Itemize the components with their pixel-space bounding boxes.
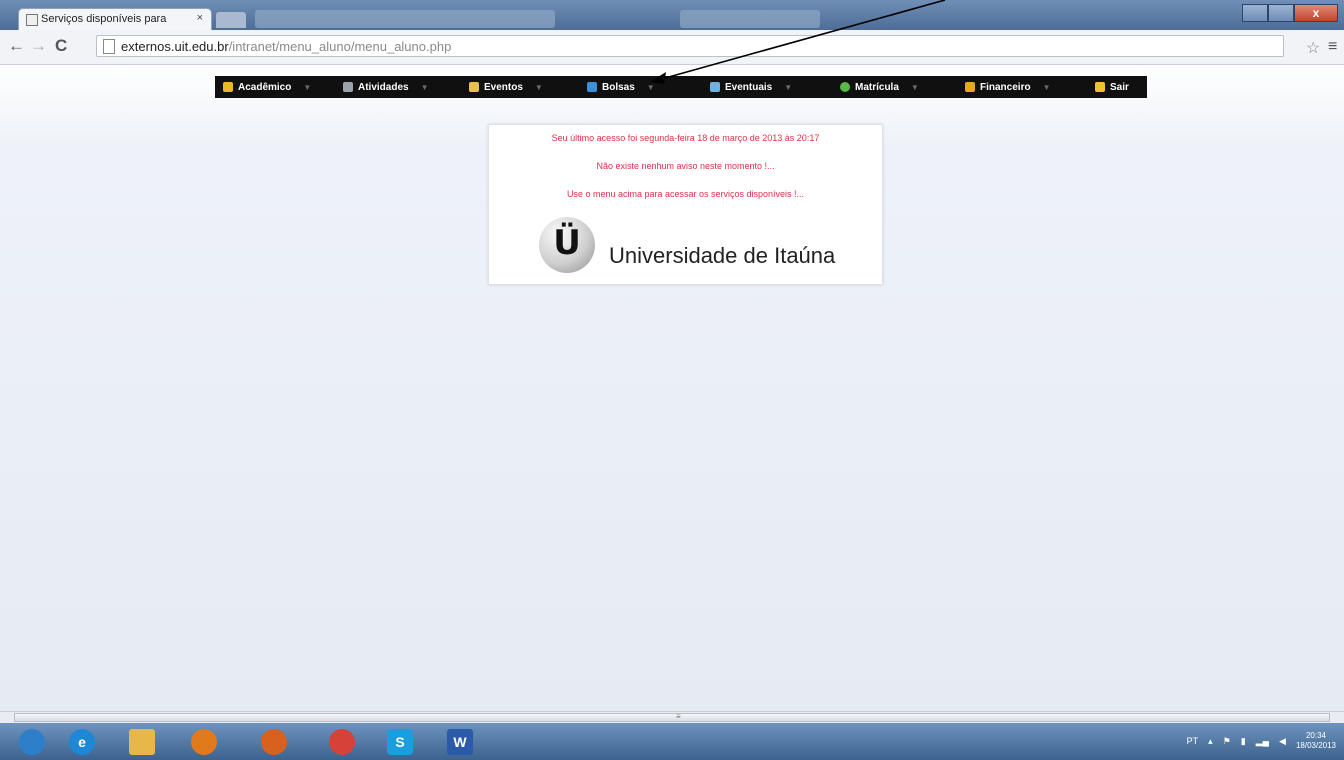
eventuais-icon: [710, 82, 720, 92]
favicon-icon: [26, 14, 38, 26]
menu-bolsas[interactable]: Bolsas ▼: [587, 76, 655, 98]
tab-close-icon[interactable]: ×: [197, 12, 203, 24]
last-access-text: Seu último acesso foi segunda-feira 18 d…: [551, 133, 820, 143]
menu-label: Sair: [1110, 81, 1129, 93]
menu-atividades[interactable]: Atividades ▼: [343, 76, 429, 98]
taskbar-ie[interactable]: e: [58, 726, 106, 758]
menu-label: Financeiro: [980, 81, 1031, 93]
menu-label: Acadêmico: [238, 81, 292, 93]
page-content: Acadêmico ▼ Atividades ▼ Eventos ▼ Bolsa…: [0, 65, 1344, 710]
folder-icon: [129, 729, 155, 755]
sair-icon: [1095, 82, 1105, 92]
main-menu-bar: Acadêmico ▼ Atividades ▼ Eventos ▼ Bolsa…: [215, 76, 1147, 98]
menu-financeiro[interactable]: Financeiro ▼: [965, 76, 1051, 98]
menu-label: Atividades: [358, 81, 409, 93]
chevron-down-icon: ▼: [420, 82, 429, 92]
back-button[interactable]: ←: [8, 37, 25, 54]
taskbar-firefox[interactable]: [250, 726, 298, 758]
blurred-title-region: [255, 10, 555, 28]
menu-icon[interactable]: ≡: [1328, 38, 1337, 56]
close-window-button[interactable]: x: [1294, 4, 1338, 22]
reload-button[interactable]: C: [55, 37, 67, 54]
grip-icon: ≡: [676, 712, 681, 721]
network-icon[interactable]: ▮: [1241, 736, 1246, 747]
new-tab-button[interactable]: [216, 12, 246, 28]
clock-date: 18/03/2013: [1295, 741, 1336, 750]
windows-taskbar: e S W PT ▴ ⚑ ▮ ▂▄ ◀ 20:34 18/03/2013: [0, 723, 1344, 760]
chevron-down-icon: ▼: [1042, 82, 1051, 92]
signal-icon[interactable]: ▂▄: [1256, 736, 1269, 747]
skype-icon: S: [387, 729, 413, 755]
forward-button[interactable]: →: [30, 37, 47, 54]
taskbar-word[interactable]: W: [436, 726, 484, 758]
university-logo: Ü Universidade de Itaúna: [539, 217, 839, 277]
url-text: externos.uit.edu.br/intranet/menu_aluno/…: [121, 39, 452, 54]
scrollbar-thumb[interactable]: [14, 713, 1330, 722]
use-menu-text: Use o menu acima para acessar os serviço…: [566, 189, 805, 199]
chevron-down-icon: ▼: [910, 82, 919, 92]
page-icon: [103, 39, 115, 54]
bolsas-icon: [587, 82, 597, 92]
chevron-down-icon: ▼: [303, 82, 312, 92]
chevron-down-icon: ▼: [646, 82, 655, 92]
start-orb-icon: [19, 729, 45, 755]
menu-eventos[interactable]: Eventos ▼: [469, 76, 543, 98]
show-hidden-icons-icon[interactable]: ▴: [1208, 736, 1213, 747]
menu-sair[interactable]: Sair: [1095, 76, 1129, 98]
address-bar[interactable]: externos.uit.edu.br/intranet/menu_aluno/…: [96, 35, 1284, 57]
chrome-icon: [329, 729, 355, 755]
menu-eventuais[interactable]: Eventuais ▼: [710, 76, 792, 98]
taskbar-media-player[interactable]: [180, 726, 228, 758]
word-icon: W: [447, 729, 473, 755]
system-tray: PT ▴ ⚑ ▮ ▂▄ ◀ 20:34 18/03/2013: [1187, 731, 1336, 751]
chevron-down-icon: ▼: [534, 82, 543, 92]
no-notice-text: Não existe nenhum aviso neste momento !.…: [596, 161, 775, 171]
menu-label: Eventuais: [725, 81, 773, 93]
menu-label: Eventos: [484, 81, 523, 93]
bookmark-star-icon[interactable]: ☆: [1306, 38, 1320, 58]
menu-label: Matrícula: [855, 81, 899, 93]
logo-mark: Ü: [553, 223, 581, 263]
maximize-button[interactable]: [1268, 4, 1294, 22]
firefox-icon: [261, 729, 287, 755]
action-center-flag-icon[interactable]: ⚑: [1223, 736, 1231, 747]
academico-icon: [223, 82, 233, 92]
minimize-button[interactable]: [1242, 4, 1268, 22]
volume-icon[interactable]: ◀: [1279, 736, 1286, 747]
eventos-icon: [469, 82, 479, 92]
browser-toolbar: ← → C externos.uit.edu.br/intranet/menu_…: [0, 30, 1344, 65]
tab-title: Serviços disponíveis para: [41, 13, 167, 25]
financeiro-icon: [965, 82, 975, 92]
ie-icon: e: [69, 729, 95, 755]
chevron-down-icon: ▼: [784, 82, 793, 92]
browser-title-bar: Serviços disponíveis para × x: [0, 0, 1344, 30]
clock-time: 20:34: [1305, 731, 1326, 740]
menu-matricula[interactable]: Matrícula ▼: [840, 76, 919, 98]
logo-text: Universidade de Itaúna: [609, 243, 836, 268]
window-controls: x: [1242, 4, 1338, 22]
start-button[interactable]: [8, 726, 56, 758]
media-player-icon: [191, 729, 217, 755]
browser-tab[interactable]: Serviços disponíveis para ×: [18, 8, 212, 30]
menu-academico[interactable]: Acadêmico ▼: [223, 76, 311, 98]
menu-label: Bolsas: [602, 81, 635, 93]
atividades-icon: [343, 82, 353, 92]
taskbar-explorer[interactable]: [118, 726, 166, 758]
blurred-title-region: [680, 10, 820, 28]
taskbar-skype[interactable]: S: [376, 726, 424, 758]
language-indicator[interactable]: PT: [1187, 736, 1199, 746]
taskbar-chrome[interactable]: [318, 726, 366, 758]
notice-box: Seu último acesso foi segunda-feira 18 d…: [488, 124, 883, 285]
clock[interactable]: 20:34 18/03/2013: [1296, 731, 1336, 751]
matricula-icon: [840, 82, 850, 92]
